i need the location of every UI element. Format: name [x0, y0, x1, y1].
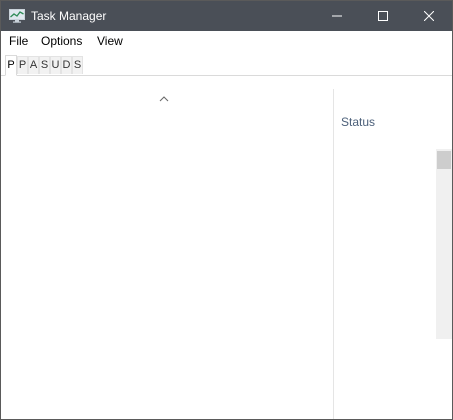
tab-processes[interactable]: P	[5, 55, 17, 76]
vertical-scrollbar[interactable]	[436, 149, 452, 339]
tab-strip: P P A S U D S	[1, 52, 452, 76]
task-manager-window: Task Manager File Options View P P A S U…	[0, 0, 453, 420]
menu-bar: File Options View	[1, 31, 452, 51]
tab-startup[interactable]: S	[39, 56, 50, 74]
maximize-icon	[378, 11, 388, 21]
tab-services[interactable]: S	[72, 56, 83, 74]
menu-view[interactable]: View	[97, 34, 123, 48]
tab-details[interactable]: D	[61, 56, 72, 74]
column-header-status[interactable]: Status	[341, 115, 375, 129]
menu-options[interactable]: Options	[41, 34, 82, 48]
tab-performance[interactable]: P	[17, 56, 28, 74]
minimize-icon	[332, 15, 342, 17]
close-icon	[424, 11, 434, 21]
minimize-button[interactable]	[314, 1, 360, 31]
chevron-up-icon[interactable]	[159, 91, 169, 105]
window-title: Task Manager	[31, 9, 107, 23]
task-manager-icon	[9, 9, 25, 23]
process-list: Status	[1, 77, 452, 419]
menu-file[interactable]: File	[9, 34, 28, 48]
tab-users[interactable]: U	[50, 56, 61, 74]
tab-app-history[interactable]: A	[28, 56, 39, 74]
maximize-button[interactable]	[360, 1, 406, 31]
title-bar[interactable]: Task Manager	[1, 1, 452, 31]
scrollbar-thumb[interactable]	[437, 151, 451, 169]
column-divider[interactable]	[333, 89, 334, 419]
close-button[interactable]	[406, 1, 452, 31]
